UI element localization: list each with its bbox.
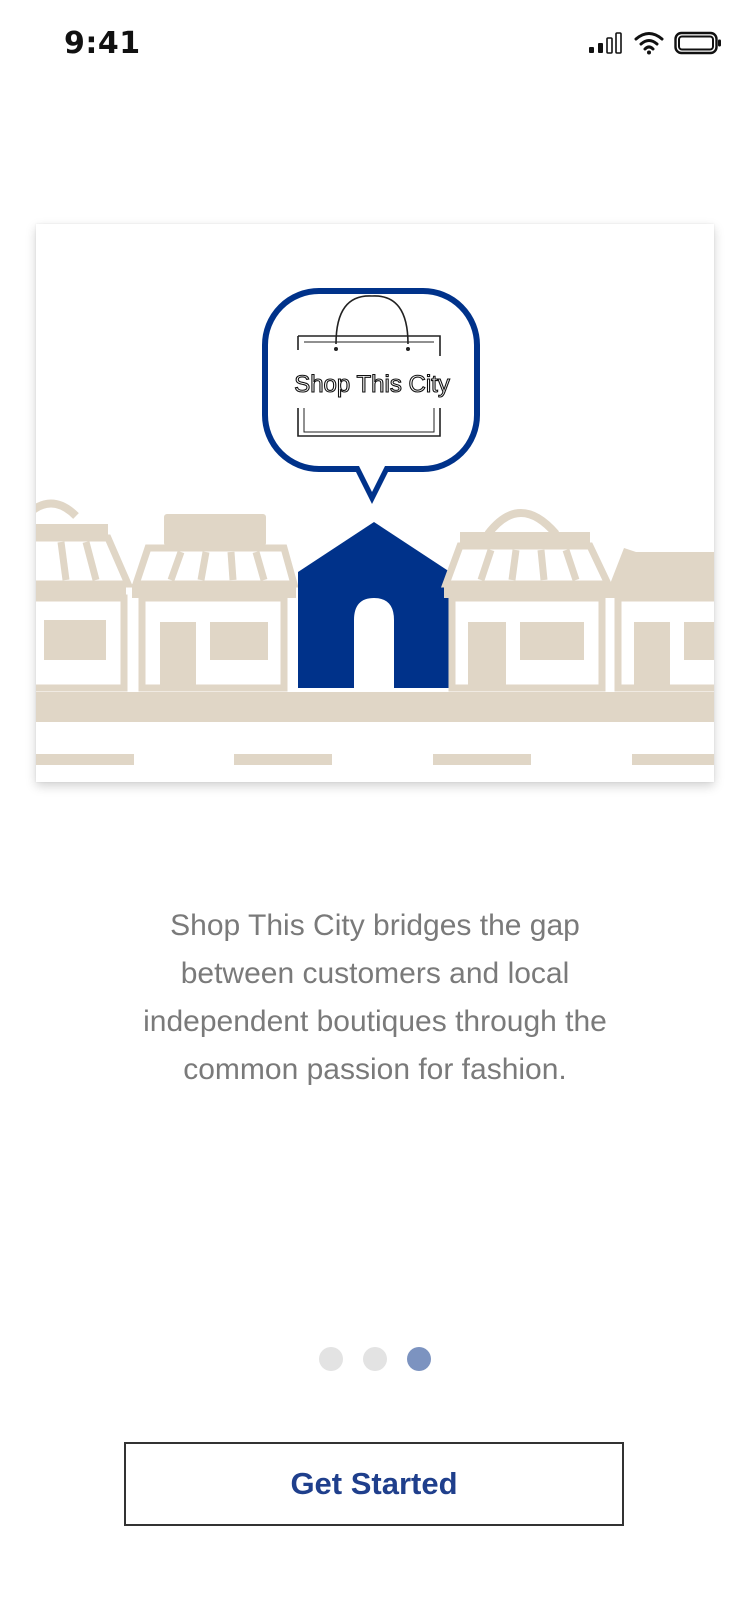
sidewalk <box>36 692 714 722</box>
shop-illustration-left <box>131 514 299 692</box>
get-started-button[interactable]: Get Started <box>124 1442 624 1526</box>
status-icons <box>588 30 722 60</box>
shop-this-city-house <box>298 522 450 688</box>
onboarding-screen: 9:41 Shop This City Shop This City bridg… <box>0 0 750 1624</box>
shop-illustration-far-left <box>36 499 134 692</box>
storefront-illustration: Shop This City <box>36 288 714 765</box>
illustration-card: Shop This City <box>36 224 714 782</box>
status-time: 9:41 <box>64 26 141 61</box>
road-markings <box>36 754 714 765</box>
shop-illustration-far-right <box>608 548 714 692</box>
onboarding-description: Shop This City bridges the gap between c… <box>143 909 607 1086</box>
battery-icon <box>674 31 722 60</box>
page-dot-2[interactable] <box>363 1347 387 1371</box>
page-dot-1[interactable] <box>319 1347 343 1371</box>
page-dot-3-active[interactable] <box>407 1347 431 1371</box>
shop-illustration-right <box>440 509 614 692</box>
logo-text: Shop This City <box>294 371 450 398</box>
wifi-icon <box>634 31 664 60</box>
cellular-signal-icon <box>588 31 624 59</box>
status-bar: 9:41 <box>0 0 750 94</box>
page-indicator <box>0 1347 750 1371</box>
